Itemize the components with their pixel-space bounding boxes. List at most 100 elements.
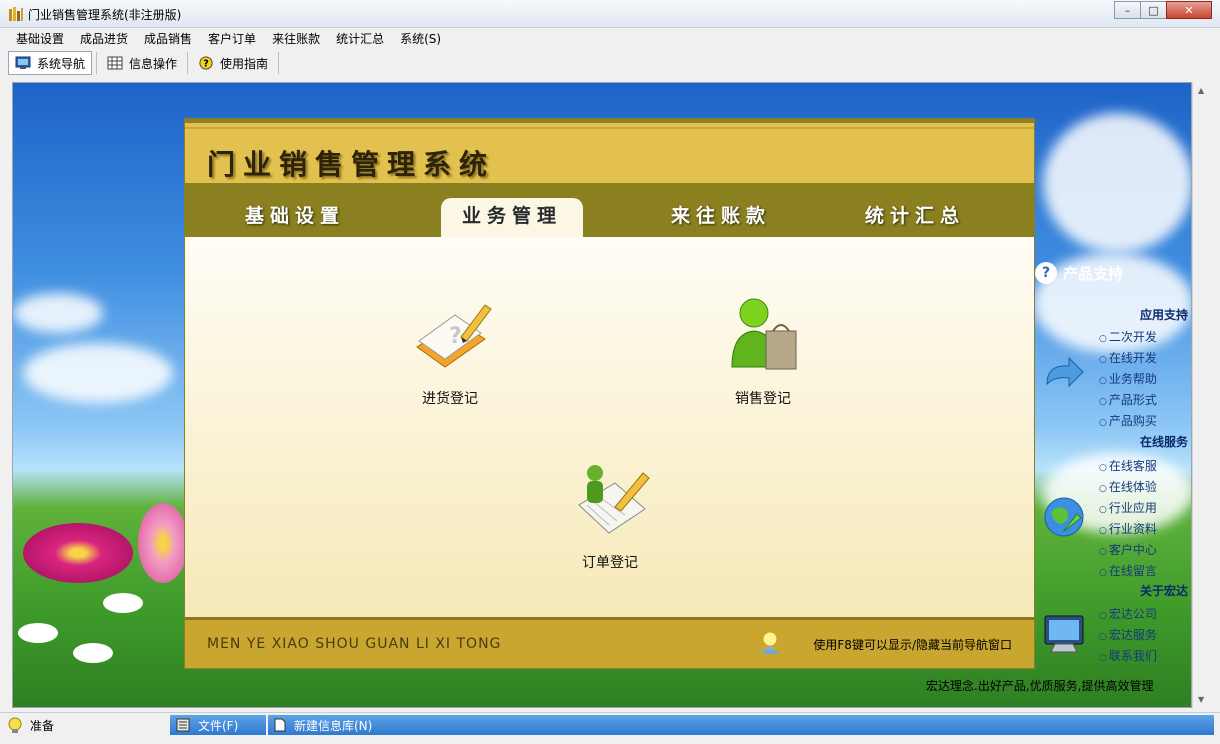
tab-business[interactable]: 业务管理 <box>441 198 583 237</box>
link-contact-us[interactable]: 联系我们 <box>1099 647 1157 668</box>
status-file-label: 文件(F) <box>198 718 239 733</box>
about-list: 宏达公司 宏达服务 联系我们 <box>1099 605 1157 668</box>
guide-button[interactable]: ? 使用指南 <box>192 51 274 75</box>
panel-title: 门业销售管理系统 <box>207 148 496 181</box>
navigation-panel: 门业销售管理系统 基础设置 业务管理 来往账款 统计汇总 ? 进货登记 销售登记… <box>184 118 1035 669</box>
status-ready-text: 准备 <box>30 718 55 733</box>
flower <box>103 593 143 613</box>
sales-label: 销售登记 <box>735 391 791 407</box>
maximize-button[interactable]: □ <box>1140 1 1167 19</box>
company-slogan: 宏达理念.出好产品,优质服务,提供高效管理 <box>926 679 1154 693</box>
toolbar-separator <box>96 52 98 74</box>
product-support-panel: ? 产品支持 应用支持 二次开发 在线开发 业务帮助 产品形式 产品购买 在线服… <box>1035 258 1192 708</box>
notebook-pencil-icon: ? <box>416 304 492 368</box>
link-online-message[interactable]: 在线留言 <box>1099 562 1157 583</box>
menu-bar: 基础设置 成品进货 成品销售 客户订单 来往账款 统计汇总 系统(S) <box>0 29 1220 49</box>
menu-system[interactable]: 系统(S) <box>392 29 449 49</box>
status-fill <box>540 715 1214 735</box>
svg-text:?: ? <box>449 324 462 349</box>
section-title-app-support: 应用支持 <box>1139 308 1188 322</box>
link-online-development[interactable]: 在线开发 <box>1099 349 1157 370</box>
flower <box>138 503 188 583</box>
status-bar: 准备 文件(F) 新建信息库(N) <box>0 712 1220 736</box>
sales-function[interactable]: 销售登记 <box>703 295 823 408</box>
document-icon <box>274 718 286 732</box>
close-button[interactable]: ✕ <box>1166 1 1212 19</box>
menu-sales[interactable]: 成品销售 <box>136 29 200 49</box>
link-customer-center[interactable]: 客户中心 <box>1099 541 1157 562</box>
menu-purchase[interactable]: 成品进货 <box>72 29 136 49</box>
toolbar-separator <box>278 52 280 74</box>
scroll-up-icon[interactable]: ▲ <box>1198 86 1204 95</box>
link-product-form[interactable]: 产品形式 <box>1099 391 1157 412</box>
support-header: ? 产品支持 <box>1035 262 1123 284</box>
status-ready: 准备 <box>6 715 168 735</box>
status-file-tab[interactable]: 文件(F) <box>170 715 266 735</box>
globe-icon <box>1044 497 1084 537</box>
panel-body: ? 进货登记 销售登记 订单登记 <box>185 237 1034 617</box>
guide-button-label: 使用指南 <box>220 56 269 71</box>
nav-button-label: 系统导航 <box>37 56 86 71</box>
status-bulb-icon <box>8 717 22 733</box>
online-service-list: 在线客服 在线体验 行业应用 行业资料 客户中心 在线留言 <box>1099 457 1157 583</box>
panel-header: 门业销售管理系统 <box>185 119 1034 183</box>
status-new-db-label: 新建信息库(N) <box>294 718 373 733</box>
person-bag-icon <box>731 298 797 370</box>
order-function[interactable]: 订单登记 <box>550 459 670 572</box>
link-industry-materials[interactable]: 行业资料 <box>1099 520 1157 541</box>
link-company[interactable]: 宏达公司 <box>1099 605 1157 626</box>
tab-basic-settings[interactable]: 基础设置 <box>225 198 365 237</box>
grid-icon <box>107 56 123 70</box>
monitor-icon <box>15 56 31 69</box>
app-support-list: 二次开发 在线开发 业务帮助 产品形式 产品购买 <box>1099 328 1157 433</box>
computer-icon <box>1044 615 1084 653</box>
minimize-button[interactable]: – <box>1114 1 1141 19</box>
toolbar: 系统导航 信息操作 ? 使用指南 <box>0 49 1220 77</box>
app-icon <box>9 7 23 21</box>
help-icon: ? <box>199 56 213 70</box>
menu-statistics[interactable]: 统计汇总 <box>328 29 392 49</box>
vertical-scrollbar[interactable]: ▲ ▼ <box>1192 82 1210 708</box>
footer-pinyin: MEN YE XIAO SHOU GUAN LI XI TONG <box>207 636 502 652</box>
support-title: 产品支持 <box>1063 264 1124 283</box>
cloud <box>1043 113 1191 253</box>
menu-accounts[interactable]: 来往账款 <box>264 29 328 49</box>
section-title-about: 关于宏达 <box>1139 584 1188 598</box>
toolbar-separator <box>187 52 189 74</box>
scroll-down-icon[interactable]: ▼ <box>1198 695 1204 704</box>
tab-accounts[interactable]: 来往账款 <box>651 198 791 237</box>
purchase-label: 进货登记 <box>422 391 478 407</box>
menu-basic-settings[interactable]: 基础设置 <box>8 29 72 49</box>
order-label: 订单登记 <box>582 555 638 571</box>
link-secondary-development[interactable]: 二次开发 <box>1099 328 1157 349</box>
menu-orders[interactable]: 客户订单 <box>200 29 264 49</box>
panel-tab-bar: 基础设置 业务管理 来往账款 统计汇总 <box>185 183 1034 237</box>
panel-footer: MEN YE XIAO SHOU GUAN LI XI TONG 使用F8键可以… <box>185 617 1034 668</box>
file-icon <box>176 718 190 732</box>
status-new-db-tab[interactable]: 新建信息库(N) <box>268 715 540 735</box>
arrow-icon <box>1046 356 1084 388</box>
title-bar: 门业销售管理系统(非注册版) – □ ✕ <box>0 0 1220 28</box>
info-button-label: 信息操作 <box>129 56 178 71</box>
tab-statistics[interactable]: 统计汇总 <box>845 198 985 237</box>
link-online-trial[interactable]: 在线体验 <box>1099 478 1157 499</box>
cloud <box>23 343 173 403</box>
cloud <box>13 293 103 333</box>
link-industry-application[interactable]: 行业应用 <box>1099 499 1157 520</box>
lightbulb-icon <box>761 631 779 654</box>
info-button[interactable]: 信息操作 <box>101 51 183 75</box>
link-business-help[interactable]: 业务帮助 <box>1099 370 1157 391</box>
order-document-icon <box>578 465 650 534</box>
flower <box>23 523 133 583</box>
section-title-online-service: 在线服务 <box>1139 435 1188 449</box>
nav-button[interactable]: 系统导航 <box>8 51 93 75</box>
footer-hint: 使用F8键可以显示/隐藏当前导航窗口 <box>813 638 1012 652</box>
link-product-purchase[interactable]: 产品购买 <box>1099 412 1157 433</box>
link-company-service[interactable]: 宏达服务 <box>1099 626 1157 647</box>
link-online-service[interactable]: 在线客服 <box>1099 457 1157 478</box>
svg-text:?: ? <box>203 59 209 70</box>
purchase-function[interactable]: ? 进货登记 <box>390 295 510 408</box>
window-title: 门业销售管理系统(非注册版) <box>28 8 182 22</box>
flower <box>73 643 113 663</box>
question-icon: ? <box>1035 262 1057 284</box>
